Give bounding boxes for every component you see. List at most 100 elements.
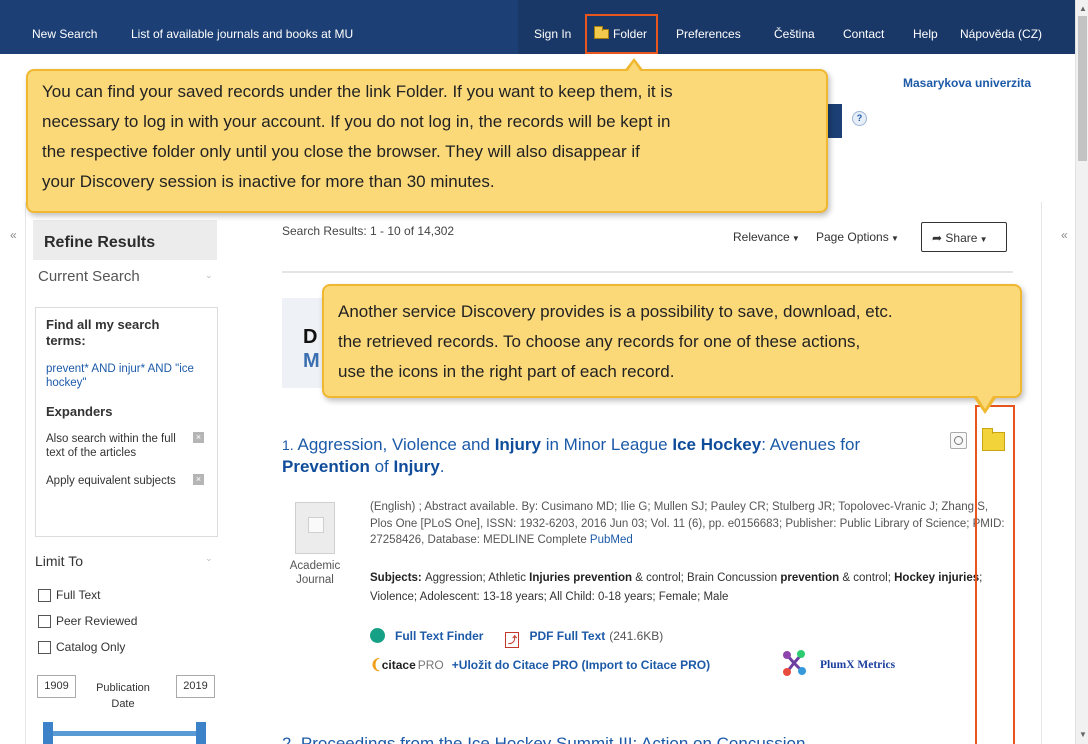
brand-link[interactable]: Masarykova univerzita [903, 76, 1031, 90]
peer-reviewed-checkbox-row[interactable]: Peer Reviewed [38, 614, 137, 628]
date-slider-track[interactable] [43, 731, 206, 736]
full-text-finder-icon[interactable] [370, 628, 385, 643]
full-text-label: Full Text [56, 588, 101, 602]
citace-pro-text: PRO [417, 658, 444, 672]
title-part-text: Aggression, Violence and [297, 435, 495, 454]
sort-relevance-dropdown[interactable]: Relevance ▼ [733, 230, 800, 244]
citace-logo: ❨citace PRO [370, 656, 444, 672]
save-to-citace-link[interactable]: +Uložit do Citace PRO (Import to Citace … [452, 658, 710, 672]
citace-swirl-icon: ❨ [370, 656, 382, 672]
record-metadata: (English) ; Abstract available. By: Cusi… [370, 499, 1010, 549]
limit-to-heading[interactable]: Limit To [35, 553, 83, 569]
year-from-input[interactable]: 1909 [37, 675, 76, 698]
full-text-row: Full Text Finder ⤴ PDF Full Text (241.6KB) [370, 628, 663, 648]
peer-reviewed-checkbox[interactable] [38, 615, 51, 628]
peer-reviewed-label: Peer Reviewed [56, 614, 138, 628]
nav-contact[interactable]: Contact [843, 27, 884, 41]
year-to-input[interactable]: 2019 [176, 675, 215, 698]
banner-letter-d: D [303, 326, 318, 348]
date-slider-handle-end[interactable] [196, 722, 206, 744]
record-subjects: Subjects: Aggression; Athletic Injuries … [370, 569, 1015, 607]
left-frame [0, 202, 26, 744]
find-all-terms-label: Find all my search terms: [46, 317, 160, 348]
tooltip-arrow-inner [977, 396, 993, 409]
expander-equivalent-subjects: Apply equivalent subjects [46, 475, 176, 487]
full-text-checkbox-row[interactable]: Full Text [38, 588, 100, 602]
catalog-only-checkbox[interactable] [38, 641, 51, 654]
caret-down-icon: ▼ [888, 234, 899, 243]
share-button[interactable]: ➦ Share ▼ [921, 222, 1007, 252]
collapse-left-icon[interactable]: « [10, 228, 17, 242]
record-meta-text: (English) ; Abstract available. By: Cusi… [370, 501, 1005, 546]
nav-help[interactable]: Help [913, 27, 938, 41]
help-question-icon[interactable]: ? [852, 111, 867, 126]
page-options-dropdown[interactable]: Page Options ▼ [816, 230, 899, 244]
caret-down-icon: ▼ [789, 234, 800, 243]
plumx-metrics-link[interactable]: PlumX Metrics [820, 659, 895, 671]
record-title-link[interactable]: 1. Aggression, Violence and Injury in Mi… [282, 434, 922, 478]
record-2-title-link[interactable]: 2. Proceedings from the Ice Hockey Summi… [282, 734, 805, 744]
relevance-label: Relevance [733, 230, 790, 244]
search-results-count: Search Results: 1 - 10 of 14,302 [282, 224, 455, 238]
full-text-checkbox[interactable] [38, 589, 51, 602]
actions-tooltip-line-3: use the icons in the right part of each … [338, 362, 675, 381]
subject-part-highlight: Subjects: [370, 572, 425, 584]
doc-type-label: Academic Journal [289, 560, 341, 586]
nav-preferences[interactable]: Preferences [676, 27, 741, 41]
record-title-text[interactable]: Aggression, Violence and Injury in Minor… [282, 435, 860, 476]
remove-expander-icon[interactable]: × [193, 432, 204, 443]
share-arrow-icon: ➦ [932, 231, 946, 245]
expanders-heading: Expanders [46, 404, 113, 419]
folder-tooltip-line-4: your Discovery session is inactive for m… [42, 172, 495, 191]
nav-cestina[interactable]: Čeština [774, 27, 815, 41]
chevron-down-icon[interactable]: ⌄ [205, 553, 213, 564]
pdf-size: (241.6KB) [609, 629, 664, 643]
remove-expander-icon[interactable]: × [193, 474, 204, 485]
date-slider-handle-start[interactable] [43, 722, 53, 744]
results-divider [282, 271, 1013, 273]
catalog-only-checkbox-row[interactable]: Catalog Only [38, 640, 125, 654]
subject-part-text: & control; [839, 572, 895, 584]
tooltip-arrow-inner [627, 62, 641, 72]
academic-journal-icon [295, 502, 335, 554]
pubmed-link[interactable]: PubMed [590, 534, 633, 546]
citace-row: ❨citace PRO +Uložit do Citace PRO (Import … [370, 656, 710, 673]
actions-column-highlight [975, 405, 1015, 744]
scroll-thumb[interactable] [1078, 16, 1087, 161]
scroll-up-arrow-icon[interactable]: ▲ [1079, 4, 1087, 13]
title-part-text: of [369, 457, 394, 476]
nav-sign-in[interactable]: Sign In [534, 27, 571, 41]
full-text-finder-link[interactable]: Full Text Finder [395, 629, 483, 643]
subject-part-highlight: prevention [780, 572, 840, 584]
title-part-text: : Avenues for [761, 435, 861, 454]
folder-highlight [585, 14, 658, 54]
title-part-highlight: Ice Hockey [672, 435, 762, 454]
scrollbar[interactable]: ▲ ▼ [1075, 0, 1088, 744]
share-label: Share [945, 231, 978, 245]
collapse-right-icon[interactable]: « [1061, 228, 1068, 242]
plumx-icon[interactable] [779, 648, 809, 678]
preview-magnifier-icon[interactable] [950, 432, 967, 449]
chevron-down-icon[interactable]: ⌄ [205, 270, 213, 281]
search-terms-link[interactable]: prevent* AND injur* AND "ice hockey" [46, 362, 206, 390]
right-frame [1041, 202, 1075, 744]
publication-date-label: Publication Date [96, 682, 150, 710]
folder-tooltip-line-3: the respective folder only until you clo… [42, 142, 640, 161]
top-nav-bar: New Search List of available journals an… [0, 0, 1075, 54]
subject-part-text: & control; Brain Concussion [632, 572, 781, 584]
nav-journals-list[interactable]: List of available journals and books at … [131, 27, 353, 41]
scroll-down-arrow-icon[interactable]: ▼ [1079, 730, 1087, 739]
title-part-text: . [439, 457, 445, 476]
title-part-highlight: Injury [393, 457, 440, 476]
actions-tooltip-line-1: Another service Discovery provides is a … [338, 302, 893, 321]
pdf-full-text-link[interactable]: PDF Full Text [529, 629, 605, 643]
nav-napoveda[interactable]: Nápověda (CZ) [960, 27, 1042, 41]
pdf-icon[interactable]: ⤴ [505, 632, 520, 648]
folder-tooltip-line-2: necessary to log in with your account. I… [42, 112, 671, 131]
folder-tooltip-line-1: You can find your saved records under th… [42, 82, 673, 101]
title-part-highlight: Prevention [282, 457, 370, 476]
current-search-heading[interactable]: Current Search [38, 268, 140, 285]
folder-tooltip: You can find your saved records under th… [26, 58, 828, 213]
subject-part-highlight: Injuries prevention [529, 572, 633, 584]
nav-new-search[interactable]: New Search [32, 27, 97, 41]
